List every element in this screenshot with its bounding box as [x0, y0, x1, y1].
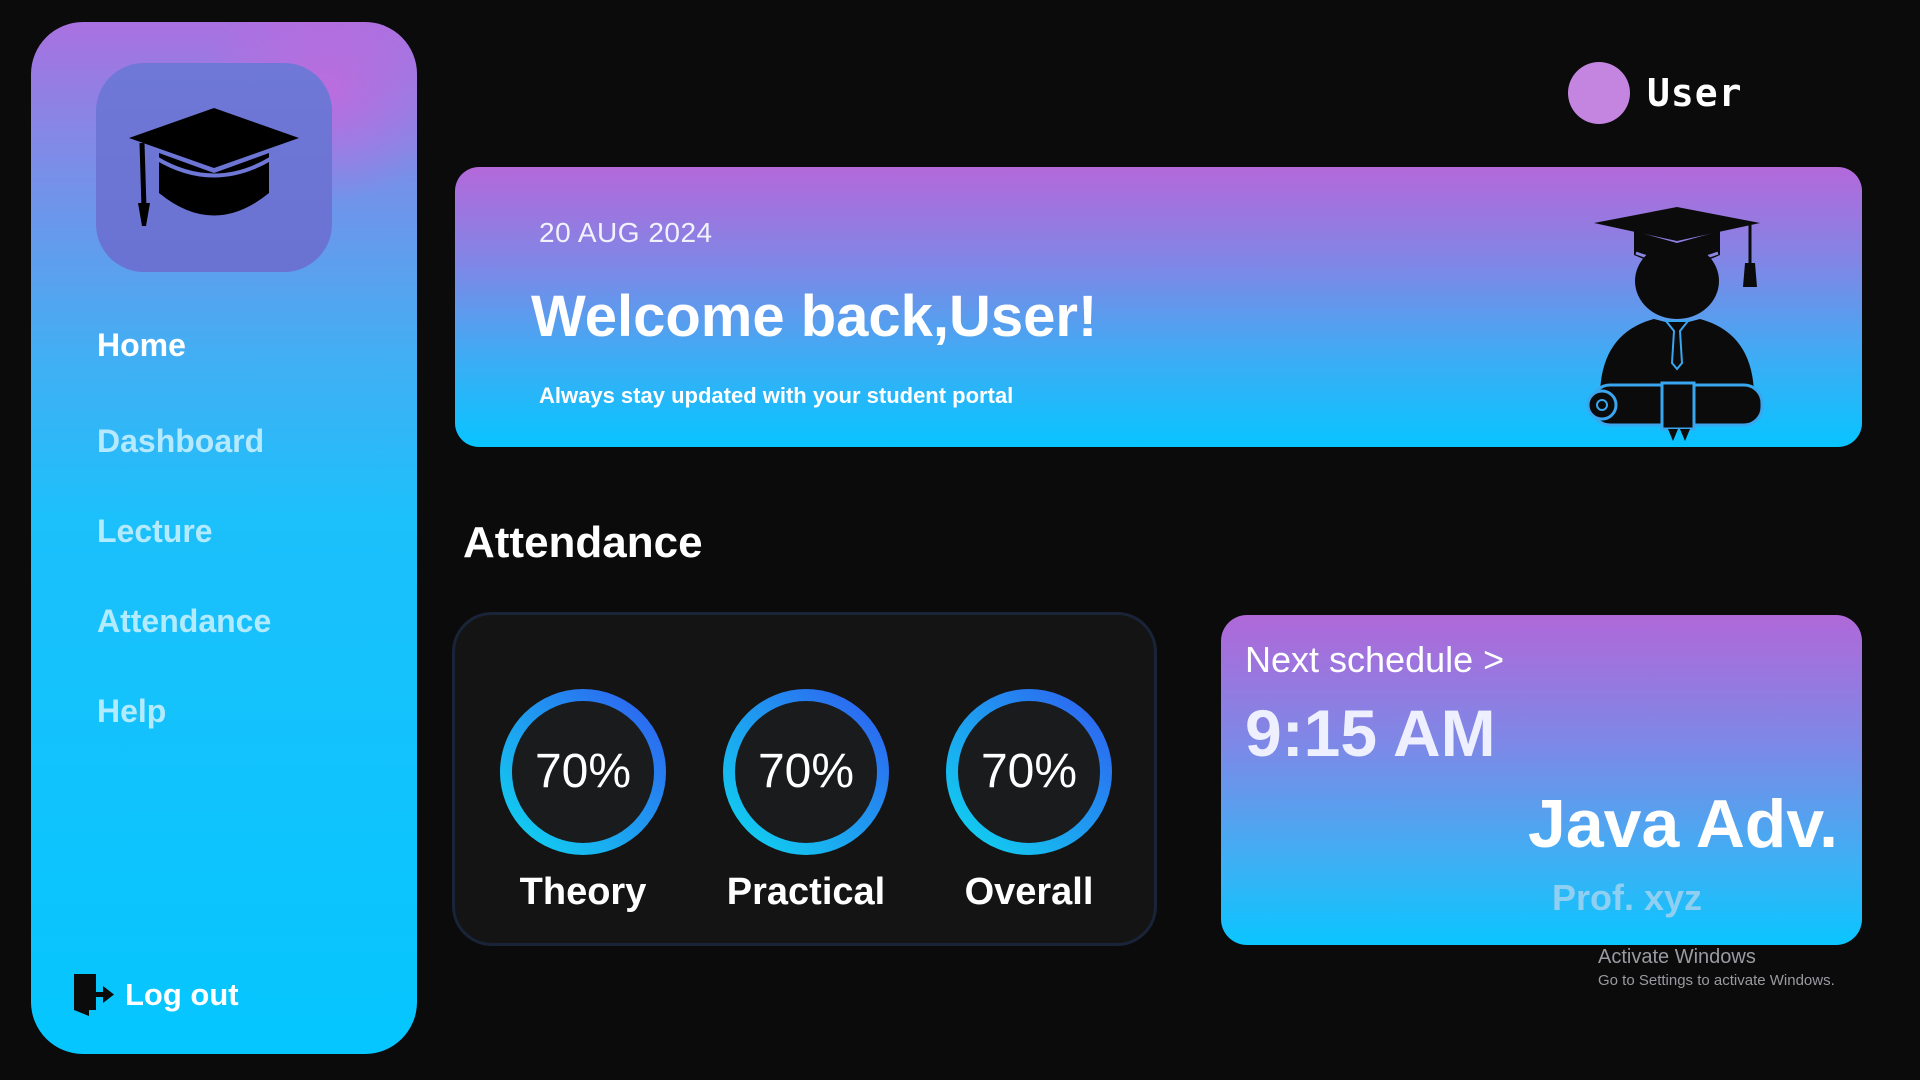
user-menu[interactable]: User	[1568, 62, 1743, 124]
sidebar-item-home[interactable]: Home	[97, 327, 186, 364]
theory-label: Theory	[519, 871, 647, 913]
practical-percent: 70%	[757, 745, 855, 798]
student-portal-screen: Home Dashboard Lecture Attendance Help L…	[0, 0, 1920, 1080]
graduate-student-icon	[1586, 207, 1764, 441]
next-schedule-card[interactable]: Next schedule > 9:15 AM Java Adv. Prof. …	[1221, 615, 1862, 945]
attendance-card: 70% Theory 70% Practical 70% Overall	[452, 612, 1157, 946]
logout-button[interactable]: Log out	[71, 972, 239, 1018]
sidebar-item-dashboard[interactable]: Dashboard	[97, 423, 264, 460]
schedule-professor: Prof. xyz	[1552, 877, 1703, 918]
welcome-banner: 20 AUG 2024 Welcome back,User! Always st…	[455, 167, 1862, 447]
attendance-heading: Attendance	[463, 518, 703, 567]
attendance-theory[interactable]: 70% Theory	[493, 687, 673, 914]
sidebar: Home Dashboard Lecture Attendance Help L…	[31, 22, 417, 1054]
logout-label: Log out	[125, 977, 239, 1012]
sidebar-item-lecture[interactable]: Lecture	[97, 513, 213, 550]
sidebar-item-attendance[interactable]: Attendance	[97, 603, 271, 640]
attendance-overall[interactable]: 70% Overall	[939, 687, 1119, 914]
avatar	[1568, 62, 1630, 124]
welcome-subtitle: Always stay updated with your student po…	[539, 383, 1014, 408]
watermark-title: Activate Windows	[1598, 946, 1756, 968]
schedule-course: Java Adv.	[1528, 786, 1838, 862]
theory-percent: 70%	[534, 745, 632, 798]
graduation-cap-icon	[129, 107, 299, 226]
next-schedule-link[interactable]: Next schedule >	[1245, 639, 1504, 681]
banner-date: 20 AUG 2024	[539, 217, 713, 248]
logout-door-icon	[74, 974, 114, 1016]
overall-percent: 70%	[980, 745, 1078, 798]
progress-ring: 70%	[721, 687, 891, 857]
overall-label: Overall	[964, 871, 1094, 913]
progress-ring: 70%	[498, 687, 668, 857]
app-logo	[96, 63, 332, 272]
practical-label: Practical	[726, 871, 886, 913]
schedule-time: 9:15 AM	[1245, 696, 1496, 770]
user-name: User	[1647, 71, 1743, 115]
progress-ring: 70%	[944, 687, 1114, 857]
welcome-title: Welcome back,User!	[531, 284, 1098, 349]
sidebar-item-help[interactable]: Help	[97, 693, 166, 730]
activate-windows-watermark: Activate Windows Go to Settings to activ…	[1598, 946, 1835, 989]
watermark-subtitle: Go to Settings to activate Windows.	[1598, 972, 1835, 989]
attendance-practical[interactable]: 70% Practical	[716, 687, 896, 914]
